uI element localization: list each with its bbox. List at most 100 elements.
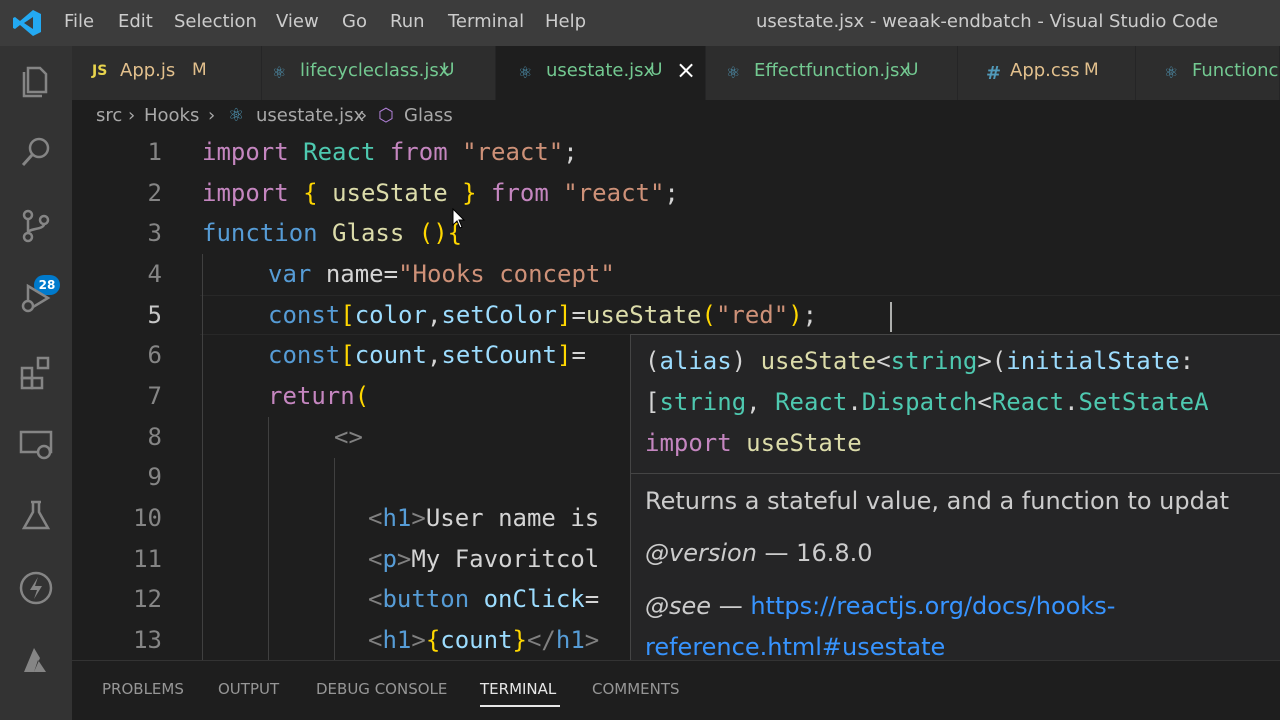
code-line-11[interactable]: <p>My Favoritcol xyxy=(368,545,599,573)
line-number: 3 xyxy=(147,219,162,247)
line-number: 1 xyxy=(147,138,162,166)
tab-label: Effectfunction.jsx xyxy=(754,60,911,81)
chevron-right-icon: › xyxy=(208,105,216,126)
source-control-icon[interactable] xyxy=(16,206,56,246)
bottom-panel: PROBLEMS OUTPUT DEBUG CONSOLE TERMINAL C… xyxy=(72,660,1280,720)
menu-file[interactable]: File xyxy=(64,11,94,32)
breadcrumb-hooks[interactable]: Hooks xyxy=(144,105,199,126)
extensions-icon[interactable] xyxy=(16,352,56,392)
breadcrumb-symbol[interactable]: Glass xyxy=(404,105,453,126)
search-icon[interactable] xyxy=(16,132,56,172)
azure-icon[interactable] xyxy=(16,640,56,680)
line-number: 13 xyxy=(133,626,162,654)
files-icon[interactable] xyxy=(16,60,56,100)
menu-run[interactable]: Run xyxy=(390,11,425,32)
see-dash: — xyxy=(718,592,743,620)
panel-tab-terminal[interactable]: TERMINAL xyxy=(480,680,556,698)
code-line-13[interactable]: <h1>{count}</h1> xyxy=(368,626,599,654)
code-line-6[interactable]: const[count,setCount]= xyxy=(268,341,586,369)
tab-effectfunction[interactable]: ⚛ Effectfunction.jsx U xyxy=(706,46,958,100)
version-tag: @version xyxy=(645,539,757,567)
code-line-7[interactable]: return( xyxy=(268,382,369,410)
tab-status: U xyxy=(650,60,663,80)
menu-edit[interactable]: Edit xyxy=(118,11,153,32)
javascript-file-icon: JS xyxy=(92,63,108,79)
line-number: 2 xyxy=(147,179,162,207)
menu-selection[interactable]: Selection xyxy=(174,11,257,32)
code-line-5[interactable]: const[color,setColor]=useState("red"); xyxy=(268,301,817,329)
tab-status: U xyxy=(906,60,919,80)
panel-tab-output[interactable]: OUTPUT xyxy=(218,680,279,698)
editor-tabs: JS App.js M ⚛ lifecycleclass.jsx U ⚛ use… xyxy=(72,46,1280,100)
indent-guide xyxy=(202,254,203,660)
line-number: 6 xyxy=(147,341,162,369)
tab-lifecycleclass[interactable]: ⚛ lifecycleclass.jsx U xyxy=(262,46,496,100)
run-debug-icon[interactable] xyxy=(16,278,56,318)
breadcrumb: src › Hooks › ⚛ usestate.jsx › ⬡ Glass xyxy=(72,100,1280,132)
hover-see: @see — https://reactjs.org/docs/hooks- xyxy=(645,592,1115,620)
line-number: 10 xyxy=(133,504,162,532)
docs-link[interactable]: https://reactjs.org/docs/hooks- xyxy=(750,592,1115,620)
react-icon: ⚛ xyxy=(518,63,533,82)
react-icon: ⚛ xyxy=(272,63,287,82)
indent-guide xyxy=(334,458,335,660)
line-number: 4 xyxy=(147,260,162,288)
thunder-icon[interactable] xyxy=(16,568,56,608)
tab-label: App.css xyxy=(1010,60,1080,81)
activity-bar: 28 xyxy=(0,46,72,720)
menu-view[interactable]: View xyxy=(276,11,319,32)
text-cursor xyxy=(890,302,892,332)
code-line-12[interactable]: <button onClick= xyxy=(368,585,599,613)
see-tag: @see xyxy=(645,592,712,620)
code-line-3[interactable]: function Glass (){ xyxy=(202,219,462,247)
line-number: 8 xyxy=(147,423,162,451)
code-line-10[interactable]: <h1>User name is xyxy=(368,504,599,532)
tab-label: Functionco xyxy=(1192,60,1280,81)
react-icon: ⚛ xyxy=(1164,63,1179,82)
breadcrumb-src[interactable]: src xyxy=(96,105,122,126)
panel-tab-problems[interactable]: PROBLEMS xyxy=(102,680,184,698)
docs-link-continued[interactable]: reference.html#usestate xyxy=(645,633,945,660)
tab-label: lifecycleclass.jsx xyxy=(300,60,450,81)
close-icon[interactable]: × xyxy=(676,56,696,84)
menu-help[interactable]: Help xyxy=(545,11,586,32)
hover-import-line: import useState xyxy=(645,429,862,457)
code-line-4[interactable]: var name="Hooks concept" xyxy=(268,260,615,288)
line-number: 9 xyxy=(147,463,162,491)
indent-guide xyxy=(268,417,269,660)
tab-label: usestate.jsx xyxy=(546,60,655,81)
version-value: — 16.8.0 xyxy=(764,539,873,567)
symbol-class-icon: ⬡ xyxy=(378,105,394,126)
chevron-right-icon: › xyxy=(128,105,136,126)
code-line-8[interactable]: <> xyxy=(334,423,363,451)
tab-app-css[interactable]: # App.css M xyxy=(958,46,1136,100)
line-number: 11 xyxy=(133,545,162,573)
vscode-logo-icon[interactable] xyxy=(12,9,42,37)
tab-usestate[interactable]: ⚛ usestate.jsx U × xyxy=(496,46,706,100)
code-line-1[interactable]: import React from "react"; xyxy=(202,138,578,166)
panel-tab-comments[interactable]: COMMENTS xyxy=(592,680,680,698)
line-number-current: 5 xyxy=(147,301,162,329)
tab-app-js[interactable]: JS App.js M xyxy=(72,46,262,100)
tab-status: M xyxy=(1084,60,1099,80)
line-number: 7 xyxy=(147,382,162,410)
hover-description: Returns a stateful value, and a function… xyxy=(645,487,1229,515)
menu-go[interactable]: Go xyxy=(342,11,367,32)
testing-icon[interactable] xyxy=(16,496,56,536)
chevron-right-icon: › xyxy=(360,105,368,126)
hover-signature-line-2: [string, React.Dispatch<React.SetStateA xyxy=(645,388,1209,416)
tab-functionco[interactable]: ⚛ Functionco xyxy=(1136,46,1280,100)
hover-divider xyxy=(631,473,1280,474)
remote-explorer-icon[interactable] xyxy=(16,424,56,464)
react-icon: ⚛ xyxy=(726,63,741,82)
hover-signature-line-1: (alias) useState<string>(initialState: xyxy=(645,347,1195,375)
menu-terminal[interactable]: Terminal xyxy=(448,11,524,32)
breadcrumb-file[interactable]: usestate.jsx xyxy=(256,105,364,126)
title-bar: File Edit Selection View Go Run Terminal… xyxy=(0,0,1280,46)
hover-tooltip: (alias) useState<string>(initialState: [… xyxy=(630,334,1280,660)
panel-tab-debug-console[interactable]: DEBUG CONSOLE xyxy=(316,680,447,698)
tab-label: App.js xyxy=(120,60,176,81)
code-line-2[interactable]: import { useState } from "react"; xyxy=(202,179,679,207)
react-icon: ⚛ xyxy=(228,105,245,126)
window-title: usestate.jsx - weaak-endbatch - Visual S… xyxy=(756,11,1219,32)
